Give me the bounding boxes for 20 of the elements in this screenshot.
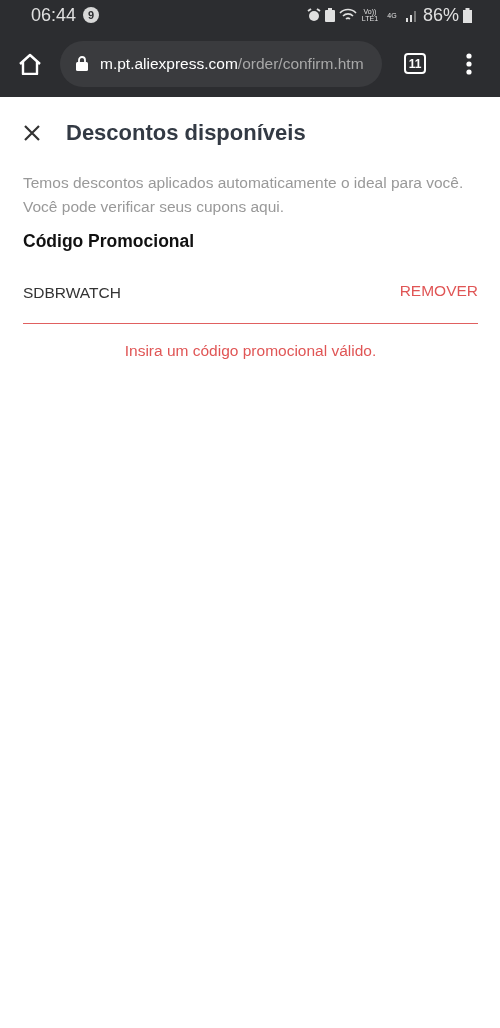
- dialog-title: Descontos disponíveis: [66, 120, 306, 146]
- description: Temos descontos aplicados automaticamente o ideal para você. Você pode verificar seus cupons aqui.: [23, 173, 465, 217]
- status-time: 06:44: [31, 4, 77, 26]
- wifi-icon: [338, 8, 357, 22]
- menu-icon[interactable]: [466, 52, 472, 75]
- battery-icon: [463, 7, 472, 23]
- close-icon[interactable]: [23, 124, 41, 142]
- lock-icon: [76, 56, 88, 71]
- battery-percent: 86%: [422, 4, 459, 26]
- signal-icon: [404, 8, 419, 22]
- home-icon[interactable]: [18, 52, 42, 75]
- alarm-icon: [306, 8, 321, 22]
- battery-saver-icon: [324, 8, 335, 22]
- remove-button[interactable]: REMOVER: [399, 282, 478, 300]
- notification-count: 9: [83, 7, 100, 23]
- tab-count-button[interactable]: 11: [404, 53, 426, 74]
- address-bar[interactable]: m.pt.aliexpress.com/order/confirm.htm: [60, 40, 382, 87]
- url-text: m.pt.aliexpress.com/order/confirm.htm: [100, 54, 364, 73]
- error-message: Insira um código promocional válido.: [123, 342, 378, 360]
- section-title: Código Promocional: [23, 231, 196, 252]
